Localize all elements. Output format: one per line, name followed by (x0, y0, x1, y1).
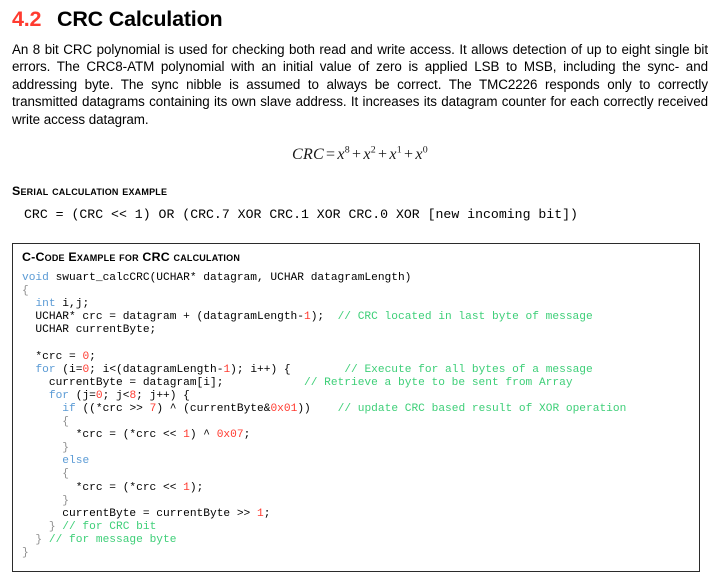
code-line: } // for message byte (22, 534, 699, 547)
code-token-kw: int (35, 298, 56, 311)
formula-block: CRC = x8 + x2 + x1 + x0 (12, 144, 708, 164)
code-token-kw: if (62, 402, 76, 415)
formula-term-1: x2 (363, 144, 377, 164)
code-token-plain: currentByte = datagram[i]; (22, 376, 304, 389)
code-token-plain: swuart_calcCRC(UCHAR* datagram, UCHAR da… (55, 272, 412, 284)
code-line: } (22, 495, 699, 508)
code-line: { (22, 468, 699, 481)
code-token-plain: ; (243, 429, 251, 442)
code-token-plain: ; (263, 507, 271, 520)
code-token-cmt: // for CRC bit (55, 520, 157, 533)
section-title: CRC Calculation (57, 7, 223, 31)
code-token-cmt: // CRC located in last byte of message (337, 311, 593, 324)
code-token-plain: ); i++) { (230, 363, 345, 376)
code-token-cmt: // for message byte (42, 533, 177, 546)
code-token-plain: UCHAR currentByte; (22, 324, 157, 337)
section-number: 4.2 (12, 7, 42, 31)
code-token-plain: ; j++) { (136, 389, 190, 402)
code-line: int i,j; (22, 298, 699, 311)
code-token-num: 1 (183, 429, 190, 442)
body-paragraph: An 8 bit CRC polynomial is used for chec… (12, 42, 708, 127)
code-token-brc: } (22, 546, 29, 559)
code-token-plain: ); (310, 311, 338, 324)
code-token-brc: { (22, 285, 29, 298)
formula-lhs: CRC (291, 146, 325, 164)
code-token-plain: ; (89, 350, 96, 363)
code-token-kw: for (35, 363, 56, 376)
code-token-plain: (j= (69, 389, 96, 402)
code-token-num: 0 (95, 389, 103, 402)
code-token-kw: for (48, 389, 70, 402)
code-token-plain: )) (297, 402, 338, 415)
code-token-brc: { (22, 416, 69, 429)
code-line: void swuart_calcCRC(UCHAR* datagram, UCH… (22, 272, 699, 285)
code-token-brc: } (22, 442, 69, 455)
code-token-plain: (i= (55, 363, 83, 376)
code-line: currentByte = currentByte >> 1; (22, 508, 699, 521)
code-token-num: 1 (303, 311, 311, 324)
document-page: 4.2 CRC Calculation An 8 bit CRC polynom… (0, 0, 720, 584)
code-token-kw: void (22, 272, 56, 284)
code-token-plain: i,j; (55, 298, 90, 311)
code-token-brc: { (22, 468, 69, 481)
code-token-cmt: // update CRC based result of XOR operat… (337, 402, 627, 415)
code-line: } (22, 547, 699, 560)
code-line: currentByte = datagram[i]; // Retrieve a… (22, 377, 699, 390)
code-line: if ((*crc >> 7) ^ (currentByte&0x01)) //… (22, 403, 699, 416)
formula-term-2: x1 (389, 144, 403, 164)
code-token-num: 1 (183, 481, 190, 494)
code-box-title: C-Code Example for CRC calculation (22, 250, 241, 264)
code-line: { (22, 285, 699, 298)
code-line: for (j=0; j<8; j++) { (22, 390, 699, 403)
code-token-plain: ; i<(datagramLength- (89, 363, 224, 376)
code-token-plain: ; j< (102, 389, 130, 402)
code-line: UCHAR* crc = datagram + (datagramLength-… (22, 311, 699, 324)
code-token-num: 0x01 (270, 402, 298, 415)
page-title: 4.2 CRC Calculation (12, 0, 708, 32)
serial-calculation-heading: Serial calculation example (12, 184, 168, 199)
code-token-num: 1 (256, 507, 264, 520)
code-token-brc: } (22, 494, 69, 507)
code-listing: void swuart_calcCRC(UCHAR* datagram, UCH… (22, 272, 699, 560)
code-token-cmt: // Retrieve a byte to be sent from Array (303, 376, 573, 389)
code-line: for (i=0; i<(datagramLength-1); i++) { /… (22, 364, 699, 377)
code-line: *crc = (*crc << 1) ^ 0x07; (22, 429, 699, 442)
code-line: { (22, 416, 699, 429)
code-token-plain: *crc = (22, 350, 83, 363)
crc-polynomial-formula: CRC = x8 + x2 + x1 + x0 (291, 144, 429, 164)
code-token-plain: ) ^ (189, 429, 217, 442)
formula-equals: = (326, 146, 336, 164)
code-token-plain: *crc = (*crc << (22, 429, 184, 442)
code-line: *crc = 0; (22, 351, 699, 364)
code-token-plain: *crc = (*crc << (22, 481, 184, 494)
code-line: else (22, 455, 699, 468)
code-token-brc: } (22, 533, 43, 546)
code-token-plain: ); (189, 481, 204, 494)
code-line: *crc = (*crc << 1); (22, 482, 699, 495)
code-line: UCHAR currentByte; (22, 324, 699, 337)
serial-calculation-code: CRC = (CRC << 1) OR (CRC.7 XOR CRC.1 XOR… (24, 207, 578, 223)
code-token-plain: ) ^ (currentByte& (156, 402, 271, 415)
code-line: } // for CRC bit (22, 521, 699, 534)
formula-term-3: x0 (415, 144, 429, 164)
code-example-box: C-Code Example for CRC calculation void … (12, 243, 700, 572)
code-token-brc: } (22, 520, 56, 533)
code-token-cmt: // Execute for all bytes of a message (344, 363, 593, 376)
code-token-kw: else (62, 455, 90, 468)
code-token-plain: ((*crc >> (75, 402, 150, 415)
code-token-num: 0x07 (216, 429, 244, 442)
code-token-plain: UCHAR* crc = datagram + (datagramLength- (22, 311, 304, 324)
code-token-plain: currentByte = currentByte >> (22, 507, 257, 520)
code-line: } (22, 442, 699, 455)
formula-term-0: x8 (337, 144, 351, 164)
